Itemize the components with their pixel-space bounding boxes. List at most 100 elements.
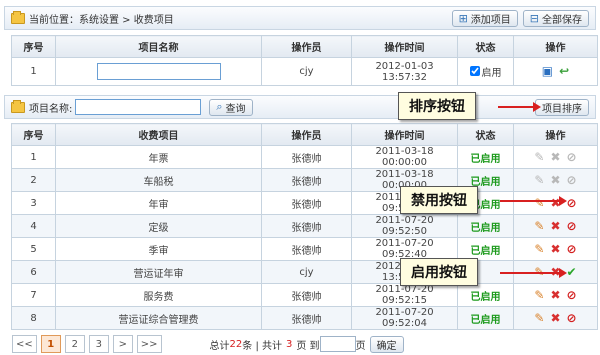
search-icon: ⌕ [216,100,223,113]
col-time: 操作时间 [351,123,458,146]
delete-icon[interactable]: ✖ [550,220,560,232]
row-operator: 张德帅 [261,214,352,238]
disable-icon[interactable]: ⊘ [567,312,577,324]
row-status: 已启用 [457,214,514,238]
sort-callout: 排序按钮 [398,92,476,120]
edit-pencil-icon: ✎ [534,149,545,164]
pagination: << 1 2 3 > >> 总计 22 条 | 共计 3 页 到 页 确定 [12,335,404,353]
row-index: 6 [11,260,56,284]
save-all-button[interactable]: ⊟ 全部保存 [522,9,589,27]
edit-status-cell: 启用 [457,57,514,86]
save-row-icon[interactable]: ▣ [542,65,553,77]
item-name-input[interactable] [96,63,221,80]
row-operator: 张德帅 [261,283,352,307]
disable-callout: 禁用按钮 [400,186,478,214]
row-item-name: 定级 [55,214,262,238]
folder-icon [11,10,25,24]
col-operator: 操作员 [261,35,352,58]
row-index: 7 [11,283,56,307]
disable-icon: ⊘ [566,149,577,164]
enable-checkbox[interactable] [469,66,480,77]
undo-icon[interactable]: ↩ [559,65,569,77]
disable-icon[interactable]: ⊘ [567,289,577,301]
confirm-button[interactable]: 确定 [369,335,404,353]
row-operator: 张德帅 [261,168,352,192]
list-table: 序号 收费项目 操作员 操作时间 状态 操作 1 年票 张德帅 2011-03-18 … [11,123,598,330]
edit-pencil-icon[interactable]: ✎ [534,312,544,324]
page-suffix: 页 [355,340,366,352]
row-item-name: 年票 [55,145,262,169]
goto-page-input[interactable] [319,336,356,352]
total-mid: 条 | 共计 [242,340,282,352]
row-operator: 张德帅 [261,145,352,169]
location-breadcrumb: 当前位置：系统设置 > 收费项目 [29,14,174,26]
table-row: 4 定级 张德帅 2011-07-20 09:52:50 已启用 ✎ ✖ ⊘ [11,214,598,238]
edit-pencil-icon: ✎ [534,172,545,187]
edit-pencil-icon[interactable]: ✎ [534,220,544,232]
search-input[interactable] [75,99,202,115]
disable-icon: ⊘ [566,172,577,187]
row-operator: 张德帅 [261,191,352,215]
row-actions: ✎ ✖ ⊘ [513,168,598,192]
table-row: 1 年票 张德帅 2011-03-18 00:00:00 已启用 ✎ ✖ ⊘ [11,145,598,169]
add-item-button[interactable]: ⊞ 添加项目 [451,9,518,27]
table-row: 7 服务费 张德帅 2011-07-20 09:52:15 已启用 ✎ ✖ ⊘ [11,283,598,307]
col-index: 序号 [11,35,56,58]
sort-items-button[interactable]: 项目排序 [535,98,589,116]
row-item-name: 营运证综合管理费 [55,306,262,330]
delete-icon[interactable]: ✖ [550,289,560,301]
row-status: 已启用 [457,145,514,169]
table-row: 5 季审 张德帅 2011-07-20 09:52:40 已启用 ✎ ✖ ⊘ [11,237,598,261]
row-index: 4 [11,214,56,238]
delete-icon: ✖ [550,172,561,187]
query-button[interactable]: ⌕ 查询 [209,98,253,116]
row-operator: cjy [261,260,352,284]
col-status: 状态 [457,123,514,146]
first-page-button[interactable]: << [12,335,37,353]
row-actions: ✎ ✖ ⊘ [513,214,598,238]
row-item-name: 年审 [55,191,262,215]
row-index: 1 [11,145,56,169]
disable-icon[interactable]: ⊘ [567,197,577,209]
col-status: 状态 [457,35,514,58]
row-operator: 张德帅 [261,237,352,261]
last-page-button[interactable]: >> [136,335,162,353]
edit-pencil-icon[interactable]: ✎ [534,243,544,255]
edit-row-operator: cjy [261,57,352,86]
delete-icon[interactable]: ✖ [550,243,560,255]
disable-icon[interactable]: ⊘ [567,243,577,255]
row-index: 5 [11,237,56,261]
edit-row-index: 1 [11,57,56,86]
edit-pencil-icon[interactable]: ✎ [534,289,544,301]
row-index: 2 [11,168,56,192]
delete-icon[interactable]: ✖ [550,312,560,324]
total-count: 22 [229,338,243,350]
edit-pencil-icon[interactable]: ✎ [534,197,544,209]
row-status: 已启用 [457,306,514,330]
col-actions: 操作 [513,35,598,58]
page-1-button[interactable]: 1 [40,335,61,353]
row-item-name: 季审 [55,237,262,261]
page-3-button[interactable]: 3 [88,335,109,353]
enable-callout: 启用按钮 [400,258,478,286]
row-actions: ✎ ✖ ⊘ [513,237,598,261]
row-operator: 张德帅 [261,306,352,330]
enable-arrow [500,268,567,278]
col-time: 操作时间 [351,35,458,58]
delete-icon: ✖ [550,149,561,164]
table-row: 8 营运证综合管理费 张德帅 2011-07-20 09:52:04 已启用 ✎ ✖ ⊘ [11,306,598,330]
page-2-button[interactable]: 2 [64,335,85,353]
add-icon: ⊞ [458,11,468,25]
disable-arrow [500,196,567,206]
edit-row-time: 2012-01-03 13:57:32 [351,57,458,86]
next-page-button[interactable]: > [112,335,133,353]
disable-icon[interactable]: ⊘ [567,220,577,232]
row-item-name: 车船税 [55,168,262,192]
row-actions: ✎ ✖ ⊘ [513,283,598,307]
col-operator: 操作员 [261,123,352,146]
col-item: 收费项目 [55,123,262,146]
enable-icon[interactable]: ✔ [567,266,577,278]
row-time: 2011-07-20 09:52:04 [351,306,458,330]
col-name: 项目名称 [55,35,262,58]
row-actions: ✎ ✖ ⊘ [513,191,598,215]
